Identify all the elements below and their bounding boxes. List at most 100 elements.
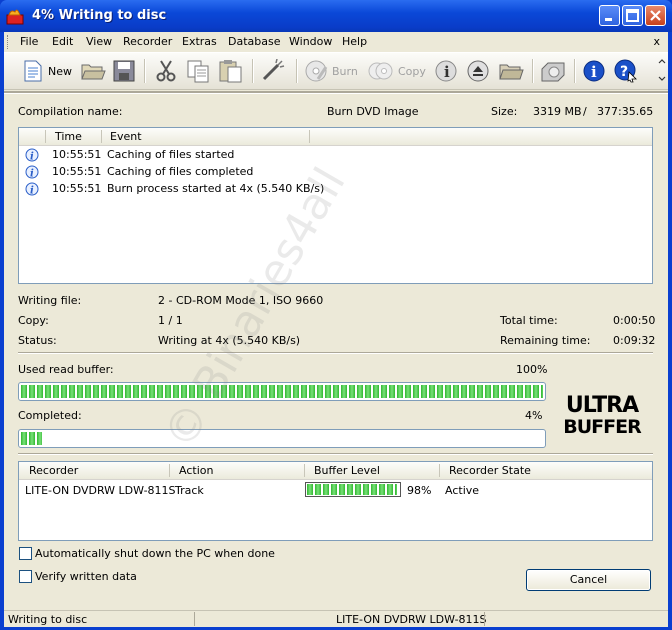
status-bar: Writing to disc LITE-ON DVDRW LDW-811S [4,610,668,627]
log-time: 10:55:51 [52,165,102,178]
completed-percent: 4% [525,409,543,422]
shutdown-label[interactable]: Automatically shut down the PC when done [35,547,275,560]
log-row[interactable]: i 10:55:51 Caching of files completed [19,164,652,181]
toolbar: New Burn Copy i i ? [4,53,668,90]
close-button[interactable] [645,5,666,26]
wizard-button[interactable] [260,57,286,85]
info-icon: i [25,148,39,162]
toolbar-separator [252,59,254,83]
col-buffer-header[interactable]: Buffer Level [314,464,380,477]
copy-label: Copy [398,64,426,78]
completed-label: Completed: [18,409,82,422]
log-row[interactable]: i 10:55:51 Caching of files started [19,147,652,164]
info-icon: i [25,165,39,179]
col-action-header[interactable]: Action [179,464,213,477]
svg-text:i: i [591,63,597,81]
event-log-header: Time Event [19,128,652,146]
menu-recorder[interactable]: Recorder [123,35,172,48]
menu-database[interactable]: Database [228,35,281,48]
menu-view[interactable]: View [86,35,112,48]
toolbar-separator [532,59,534,83]
title-bar[interactable]: 4% Writing to disc [0,0,672,32]
recorder-state: Active [445,484,480,497]
copy-disc-button[interactable]: Copy [368,57,426,85]
eject-button[interactable] [466,57,490,85]
ultra-buffer-logo: ULTRA BUFFER [563,393,643,436]
minimize-button[interactable] [599,5,620,26]
menu-extras[interactable]: Extras [182,35,217,48]
column-divider [101,130,102,143]
drive-button[interactable] [540,57,566,85]
menu-help[interactable]: Help [342,35,367,48]
eject-icon [467,60,489,82]
column-divider [304,464,305,477]
log-event: Burn process started at 4x (5.540 KB/s) [107,182,325,195]
status-label: Status: [18,334,57,347]
save-button[interactable] [112,57,136,85]
section-divider [18,352,653,354]
col-state-header[interactable]: Recorder State [449,464,531,477]
about-button[interactable]: i [582,57,606,85]
recorder-list[interactable]: Recorder Action Buffer Level Recorder St… [18,461,653,541]
clipboard-icon [219,60,242,83]
copy-count-label: Copy: [18,314,49,327]
panel-top-divider [4,91,668,94]
mdi-close-button[interactable]: x [653,35,660,48]
burn-label: Burn [332,64,358,78]
completed-fill [21,432,42,445]
verify-checkbox[interactable] [19,570,32,583]
save-disk-icon [113,60,135,82]
menu-edit[interactable]: Edit [52,35,73,48]
folder-icon [499,64,524,80]
status-divider [484,612,485,626]
maximize-button[interactable] [622,5,643,26]
copy-count-value: 1 / 1 [158,314,183,327]
help-button[interactable]: ? [614,57,638,85]
wand-icon [262,59,285,81]
writing-file-label: Writing file: [18,294,82,307]
read-buffer-fill [21,385,543,398]
remaining-time-value: 0:09:32 [613,334,656,347]
size-separator: / [583,105,587,118]
column-divider [439,464,440,477]
col-event-header[interactable]: Event [110,130,142,143]
svg-text:i: i [30,186,34,197]
paste-button[interactable] [218,57,244,85]
menu-file[interactable]: File [20,35,38,48]
copy-disc-icon [368,62,393,80]
svg-text:?: ? [620,64,628,80]
compilation-name-label: Compilation name: [18,105,123,118]
col-recorder-header[interactable]: Recorder [29,464,78,477]
recorder-name[interactable]: LITE-ON DVDRW LDW-811S [25,484,176,497]
verify-label[interactable]: Verify written data [35,570,137,583]
browse-button[interactable] [498,57,524,85]
menu-grip [7,35,11,49]
toolbar-separator [574,59,576,83]
col-time-header[interactable]: Time [55,130,82,143]
completed-progress [18,429,546,448]
total-time-value: 0:00:50 [613,314,656,327]
chevron-down-icon [658,59,666,81]
writing-file-value: 2 - CD-ROM Mode 1, ISO 9660 [158,294,324,307]
recorder-buffer-bar [305,482,401,497]
toolbar-overflow-chevron[interactable] [658,57,666,85]
log-row[interactable]: i 10:55:51 Burn process started at 4x (5… [19,181,652,198]
copy-file-button[interactable] [186,57,212,85]
section-divider [18,453,653,455]
toolbar-separator [144,59,146,83]
open-button[interactable] [80,57,106,85]
menu-window[interactable]: Window [289,35,332,48]
new-button[interactable]: New [22,57,72,85]
cut-button[interactable] [154,57,178,85]
shutdown-checkbox[interactable] [19,547,32,560]
cancel-button[interactable]: Cancel [526,569,651,591]
recorder-buffer-fill [307,484,398,495]
column-divider [309,130,310,143]
recorder-buffer-percent: 98% [407,484,432,497]
status-value: Writing at 4x (5.540 KB/s) [158,334,301,347]
disc-info-button[interactable]: i [434,57,458,85]
event-log-list[interactable]: Time Event i 10:55:51 Caching of files s… [18,127,653,284]
total-time-label: Total time: [500,314,558,327]
burn-button[interactable]: Burn [304,57,358,85]
compilation-name-value: Burn DVD Image [327,105,419,118]
